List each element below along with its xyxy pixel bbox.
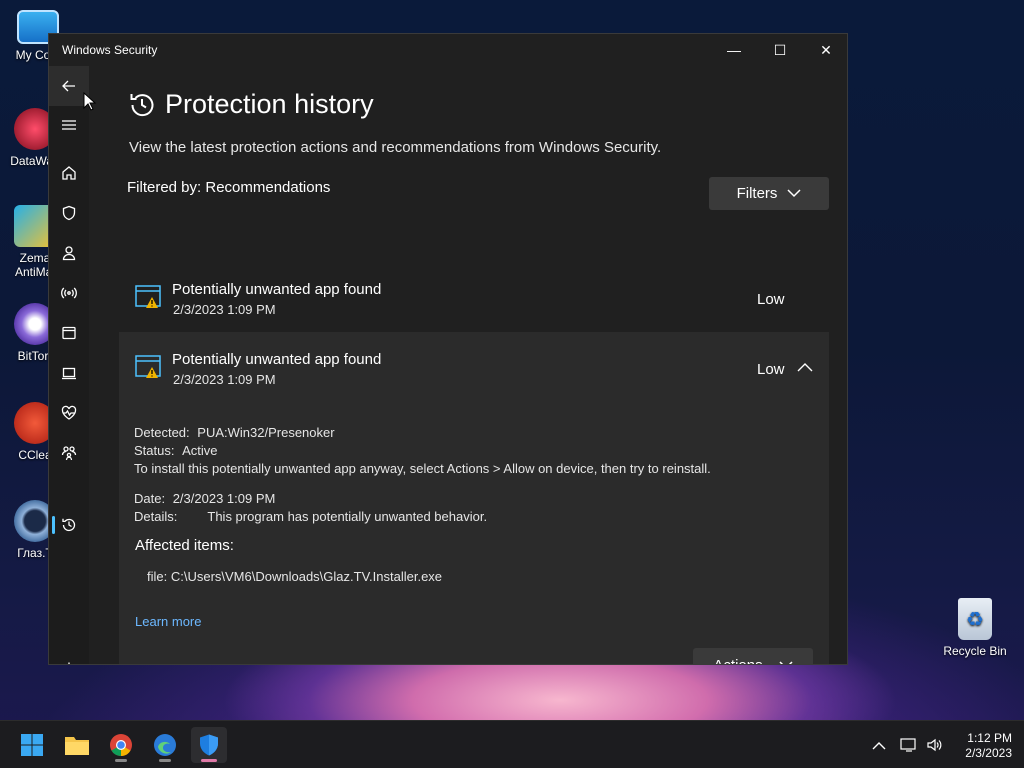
status-row: Status: Active xyxy=(134,443,218,458)
close-button[interactable]: ✕ xyxy=(803,34,847,66)
nav-home[interactable] xyxy=(49,156,89,190)
chevron-up-icon[interactable] xyxy=(872,741,886,750)
edge-icon xyxy=(154,734,176,756)
window-title: Windows Security xyxy=(62,43,158,57)
file-explorer-icon xyxy=(65,737,89,755)
shield-icon xyxy=(62,205,76,221)
actions-button[interactable]: Actions xyxy=(693,648,813,664)
taskbar-chrome[interactable] xyxy=(103,727,139,763)
running-indicator xyxy=(115,759,127,762)
install-instruction: To install this potentially unwanted app… xyxy=(134,461,711,476)
history-item-expanded: Potentially unwanted app found 2/3/2023 … xyxy=(119,332,829,664)
severity-label: Low xyxy=(757,291,785,308)
page-title: Protection history xyxy=(165,89,374,119)
chrome-icon xyxy=(110,734,132,756)
running-indicator xyxy=(159,759,171,762)
affected-items-heading: Affected items: xyxy=(135,537,234,554)
title-bar[interactable]: Windows Security — ☐ ✕ xyxy=(49,34,847,66)
heart-pulse-icon xyxy=(61,405,77,420)
start-button[interactable] xyxy=(14,727,50,763)
laptop-icon xyxy=(62,367,76,380)
filters-button[interactable]: Filters xyxy=(709,177,829,210)
affected-file-path: file: C:\Users\VM6\Downloads\Glaz.TV.Ins… xyxy=(147,569,443,584)
warning-app-icon xyxy=(135,285,161,308)
severity-label: Low xyxy=(757,361,785,378)
windows-security-icon xyxy=(200,734,218,756)
recycle-bin-icon: ♻ xyxy=(958,598,992,640)
back-arrow-icon xyxy=(62,80,75,92)
nav-device-security[interactable] xyxy=(49,356,89,390)
windows-security-window: Windows Security — ☐ ✕ Protection histor… xyxy=(48,33,848,665)
history-icon xyxy=(62,518,76,532)
warning-app-icon xyxy=(135,355,161,378)
filter-status: Filtered by: Recommendations xyxy=(127,179,331,196)
system-tray xyxy=(872,721,944,768)
taskbar-windows-security[interactable] xyxy=(191,727,227,763)
nav-firewall-network[interactable] xyxy=(49,276,89,310)
maximize-button[interactable]: ☐ xyxy=(757,34,803,66)
minimize-button[interactable]: — xyxy=(711,34,757,66)
menu-button[interactable] xyxy=(49,108,89,142)
item-date: 2/3/2023 1:09 PM xyxy=(173,372,276,387)
chevron-up-icon[interactable] xyxy=(797,362,813,372)
protection-history-icon xyxy=(130,94,154,117)
taskbar-file-explorer[interactable] xyxy=(59,727,95,763)
learn-more-link[interactable]: Learn more xyxy=(135,614,201,629)
item-title: Potentially unwanted app found xyxy=(172,351,382,368)
chevron-down-icon xyxy=(779,660,793,664)
detected-row: Detected: PUA:Win32/Presenoker xyxy=(134,425,335,440)
gear-icon xyxy=(64,662,74,664)
page-subtitle: View the latest protection actions and r… xyxy=(129,139,662,156)
desktop-icon-recycle-bin[interactable]: ♻ Recycle Bin xyxy=(940,598,1010,658)
taskbar: 1:12 PM 2/3/2023 xyxy=(0,720,1024,768)
mouse-cursor-icon xyxy=(83,92,97,111)
clock-date: 2/3/2023 xyxy=(965,746,1012,760)
start-icon xyxy=(21,734,43,756)
nav-settings[interactable] xyxy=(49,652,89,664)
nav-family-options[interactable] xyxy=(49,436,89,470)
nav-virus-threat-protection[interactable] xyxy=(49,196,89,230)
active-indicator xyxy=(201,759,217,762)
side-navigation xyxy=(49,66,89,664)
taskbar-clock[interactable]: 1:12 PM 2/3/2023 xyxy=(965,731,1012,761)
nav-app-browser-control[interactable] xyxy=(49,316,89,350)
hamburger-menu-icon xyxy=(62,120,76,130)
taskbar-edge[interactable] xyxy=(147,727,183,763)
chevron-down-icon xyxy=(787,189,801,198)
home-icon xyxy=(62,166,76,180)
nav-protection-history[interactable] xyxy=(49,508,89,542)
wifi-antenna-icon xyxy=(61,287,77,299)
family-icon xyxy=(61,446,77,461)
date-row: Date: 2/3/2023 1:09 PM xyxy=(134,491,276,506)
app-browser-icon xyxy=(62,326,76,340)
history-item-collapsed[interactable]: Potentially unwanted app found 2/3/2023 … xyxy=(119,266,829,332)
network-icon[interactable] xyxy=(900,737,918,753)
details-row: Details: This program has potentially un… xyxy=(134,509,488,524)
nav-device-performance[interactable] xyxy=(49,396,89,430)
volume-icon[interactable] xyxy=(926,737,944,753)
person-icon xyxy=(62,246,76,261)
item-date: 2/3/2023 1:09 PM xyxy=(173,302,276,317)
main-content: Protection history View the latest prote… xyxy=(89,66,847,664)
nav-account-protection[interactable] xyxy=(49,236,89,270)
item-title: Potentially unwanted app found xyxy=(172,281,382,298)
clock-time: 1:12 PM xyxy=(967,731,1012,745)
